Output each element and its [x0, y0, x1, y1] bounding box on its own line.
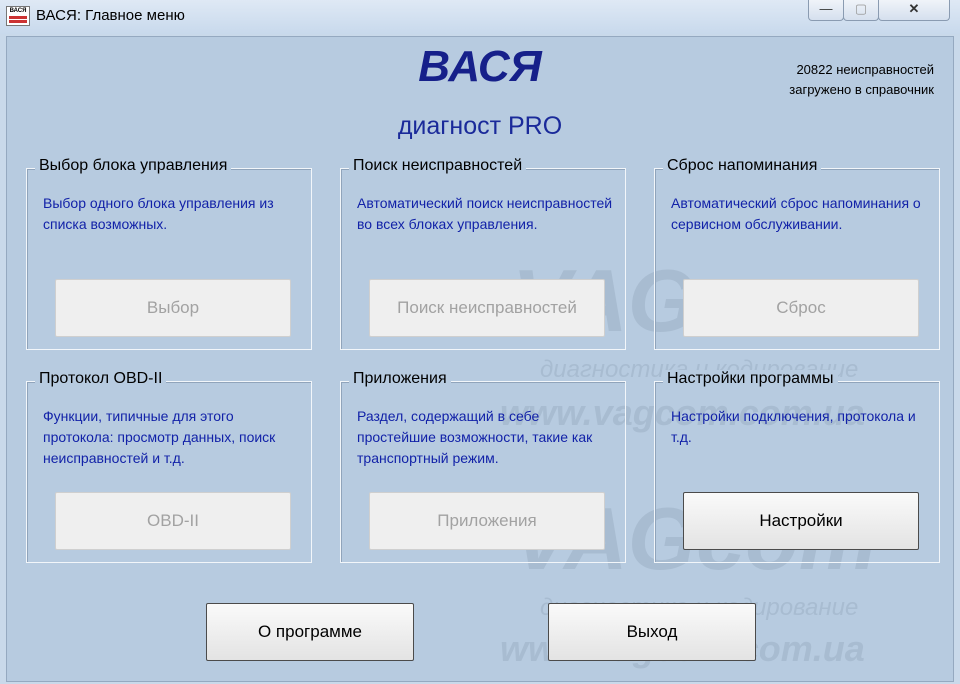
maximize-button[interactable]: ▢	[843, 0, 879, 21]
group-settings: Настройки программы Настройки подключени…	[654, 370, 940, 563]
group-description: Автоматический сброс напоминания о серви…	[671, 195, 921, 232]
group-title: Сброс напоминания	[663, 157, 822, 175]
group-description: Автоматический поиск неисправностей во в…	[357, 195, 613, 232]
title-bar: ВАСЯ ВАСЯ: Главное меню — ▢ ✕	[0, 0, 960, 34]
group-title: Настройки программы	[663, 370, 838, 388]
window-title: ВАСЯ: Главное меню	[36, 7, 185, 24]
fault-count-line: 20822 неисправностей	[796, 62, 934, 77]
group-fault-search: Поиск неисправностей Автоматический поис…	[340, 157, 626, 350]
fault-count-caption: загружено в справочник	[789, 82, 934, 97]
group-title: Поиск неисправностей	[349, 157, 527, 175]
select-unit-button[interactable]: Выбор	[55, 279, 291, 337]
settings-button[interactable]: Настройки	[683, 492, 919, 550]
group-service-reset: Сброс напоминания Автоматический сброс н…	[654, 157, 940, 350]
about-button[interactable]: О программе	[206, 603, 414, 661]
fault-search-button[interactable]: Поиск неисправностей	[369, 279, 605, 337]
group-description: Выбор одного блока управления из списка …	[43, 195, 274, 232]
group-description: Настройки подключения, протокола и т.д.	[671, 408, 916, 445]
app-icon: ВАСЯ	[6, 6, 30, 26]
group-title: Приложения	[349, 370, 451, 388]
reset-button[interactable]: Сброс	[683, 279, 919, 337]
group-title: Протокол OBD-II	[35, 370, 167, 388]
close-button[interactable]: ✕	[878, 0, 950, 21]
obd2-button[interactable]: OBD-II	[55, 492, 291, 550]
group-title: Выбор блока управления	[35, 157, 232, 175]
group-control-unit: Выбор блока управления Выбор одного блок…	[26, 157, 312, 350]
group-description: Функции, типичные для этого протокола: п…	[43, 408, 276, 466]
brand-subtitle: диагност PRO	[397, 112, 563, 140]
group-obd2: Протокол OBD-II Функции, типичные для эт…	[26, 370, 312, 563]
exit-button[interactable]: Выход	[548, 603, 756, 661]
fault-count-info: 20822 неисправностей загружено в справоч…	[789, 60, 934, 100]
group-description: Раздел, содержащий в себе простейшие воз…	[357, 408, 593, 466]
group-applications: Приложения Раздел, содержащий в себе про…	[340, 370, 626, 563]
applications-button[interactable]: Приложения	[369, 492, 605, 550]
minimize-button[interactable]: —	[808, 0, 844, 21]
